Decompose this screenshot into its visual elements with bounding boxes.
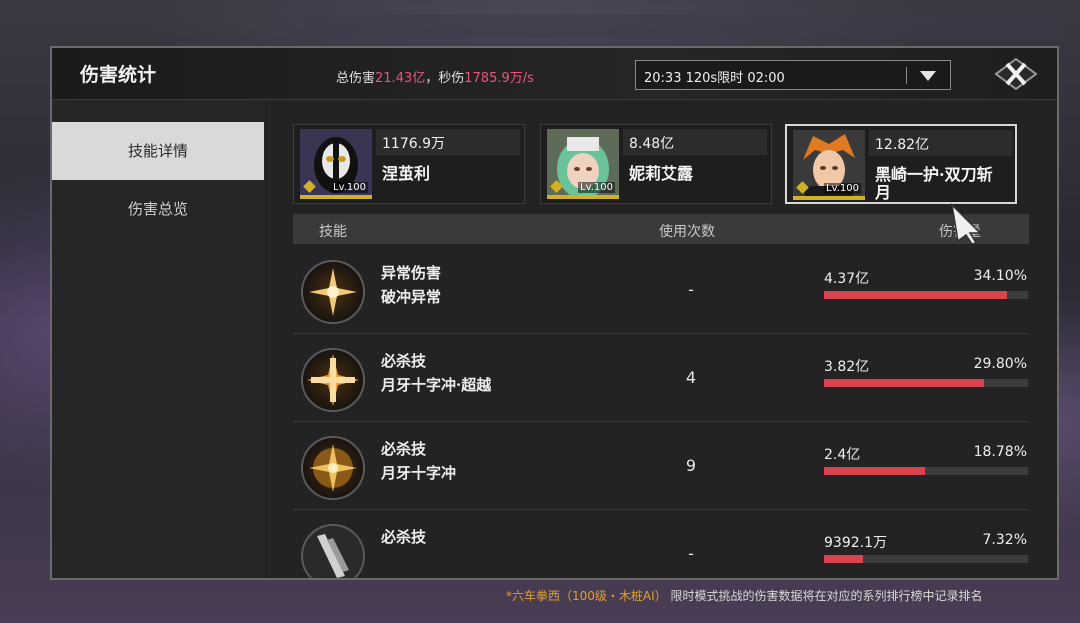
damage-stats-panel: 伤害统计 总伤害21.43亿，秒伤1785.9万/s 20:33 120s限时 … [50,46,1059,580]
character-portrait: Lv.100 [793,130,865,200]
starburst-icon [307,354,359,406]
character-card-nelliel[interactable]: Lv.100 8.48亿 妮莉艾露 [540,124,772,204]
record-select-dropdown[interactable]: 20:33 120s限时 02:00 [635,60,951,90]
page-title: 伤害统计 [80,64,157,86]
level-bar [300,195,372,199]
damage-bar [824,467,1028,475]
damage-percent: 18.78% [973,444,1027,460]
character-name: 黑崎一护·双刀斩月 [875,165,993,202]
skill-uses: - [688,280,694,299]
skill-icon [301,524,365,578]
column-header-skill: 技能 [319,224,347,240]
skill-name: 破冲异常 [381,288,442,306]
character-damage: 8.48亿 [623,129,767,155]
dropdown-divider [906,67,907,84]
background-hud-bar [300,14,1060,38]
tab-damage-overview[interactable]: 伤害总览 [52,180,264,238]
character-portrait: Lv.100 [300,129,372,199]
skill-type: 必杀技 [381,440,427,458]
damage-bar-fill [824,291,1008,299]
damage-value: 2.4亿 [824,447,861,463]
skill-icon [301,436,365,500]
damage-summary: 总伤害21.43亿，秒伤1785.9万/s [336,67,534,86]
chevron-down-icon [920,71,936,81]
table-row[interactable]: 必杀技 月牙十字冲·超越 4 3.82亿 29.80% [293,336,1029,422]
skill-type: 必杀技 [381,528,427,546]
skill-icon [301,348,365,412]
character-damage: 12.82亿 [869,130,1013,156]
sidebar: 技能详情 伤害总览 [52,100,265,578]
starburst-icon [309,268,357,316]
close-button[interactable] [994,57,1038,91]
character-damage: 1176.9万 [376,129,520,155]
damage-bar-fill [824,379,984,387]
footer-text: 限时模式挑战的伤害数据将在对应的系列排行榜中记录排名 [670,589,983,603]
damage-value: 4.37亿 [824,271,870,287]
mouse-cursor-icon [950,203,982,245]
dropdown-selected-value: 20:33 120s限时 02:00 [644,71,785,86]
skill-name: 月牙十字冲 [381,464,457,482]
damage-percent: 29.80% [973,356,1027,372]
character-card-mayuri[interactable]: Lv.100 1176.9万 涅茧利 [293,124,525,204]
damage-bar [824,555,1028,563]
damage-value: 9392.1万 [824,535,887,551]
damage-percent: 7.32% [982,532,1027,548]
level-bar [547,195,619,199]
total-damage-label: 总伤害 [336,71,376,86]
footer-boss-name: 六车拳西（100级・木桩AI） [512,589,667,603]
level-bar [793,196,865,200]
panel-header: 伤害统计 总伤害21.43亿，秒伤1785.9万/s 20:33 120s限时 … [52,48,1057,100]
damage-bar [824,379,1028,387]
skill-type: 必杀技 [381,352,427,370]
table-row[interactable]: 异常伤害 破冲异常 - 4.37亿 34.10% [293,248,1029,334]
dps-label: 秒伤 [438,71,465,86]
damage-bar-fill [824,467,925,475]
summary-separator: ， [425,71,439,86]
table-row[interactable]: 必杀技 - 9392.1万 7.32% [293,512,1029,578]
skill-name: 月牙十字冲·超越 [381,376,492,394]
total-damage-value: 21.43亿 [375,71,426,86]
column-header-uses: 使用次数 [659,224,715,240]
character-card-ichigo[interactable]: Lv.100 12.82亿 黑崎一护·双刀斩月 [785,124,1017,204]
starburst-icon [309,444,357,492]
damage-value: 3.82亿 [824,359,870,375]
character-level: Lv.100 [578,182,615,193]
character-info: 12.82亿 黑崎一护·双刀斩月 [869,126,1015,204]
blade-icon [317,534,349,578]
character-name: 涅茧利 [382,164,431,183]
skill-uses: 9 [685,456,697,475]
table-header: 技能 使用次数 伤害量 [293,214,1029,244]
skill-uses: - [688,544,694,563]
damage-bar [824,291,1028,299]
damage-percent: 34.10% [973,268,1027,284]
footer-note: *六车拳西（100级・木桩AI） 限时模式挑战的伤害数据将在对应的系列排行榜中记… [506,587,983,604]
character-info: 1176.9万 涅茧利 [376,125,522,203]
table-row[interactable]: 必杀技 月牙十字冲 9 2.4亿 18.78% [293,424,1029,510]
skill-uses: 4 [685,368,697,387]
character-level: Lv.100 [331,182,368,193]
close-x-icon [994,57,1038,91]
skill-details-content: Lv.100 1176.9万 涅茧利 Lv.100 8.48亿 妮莉艾露 Lv.… [265,100,1057,578]
tab-skill-details[interactable]: 技能详情 [52,122,264,180]
character-info: 8.48亿 妮莉艾露 [623,125,769,203]
dps-value: 1785.9万/s [464,71,534,86]
damage-bar-fill [824,555,864,563]
skill-icon [301,260,365,324]
character-portrait: Lv.100 [547,129,619,199]
character-name: 妮莉艾露 [629,164,694,183]
character-level: Lv.100 [824,183,861,194]
skill-type: 异常伤害 [381,264,442,282]
